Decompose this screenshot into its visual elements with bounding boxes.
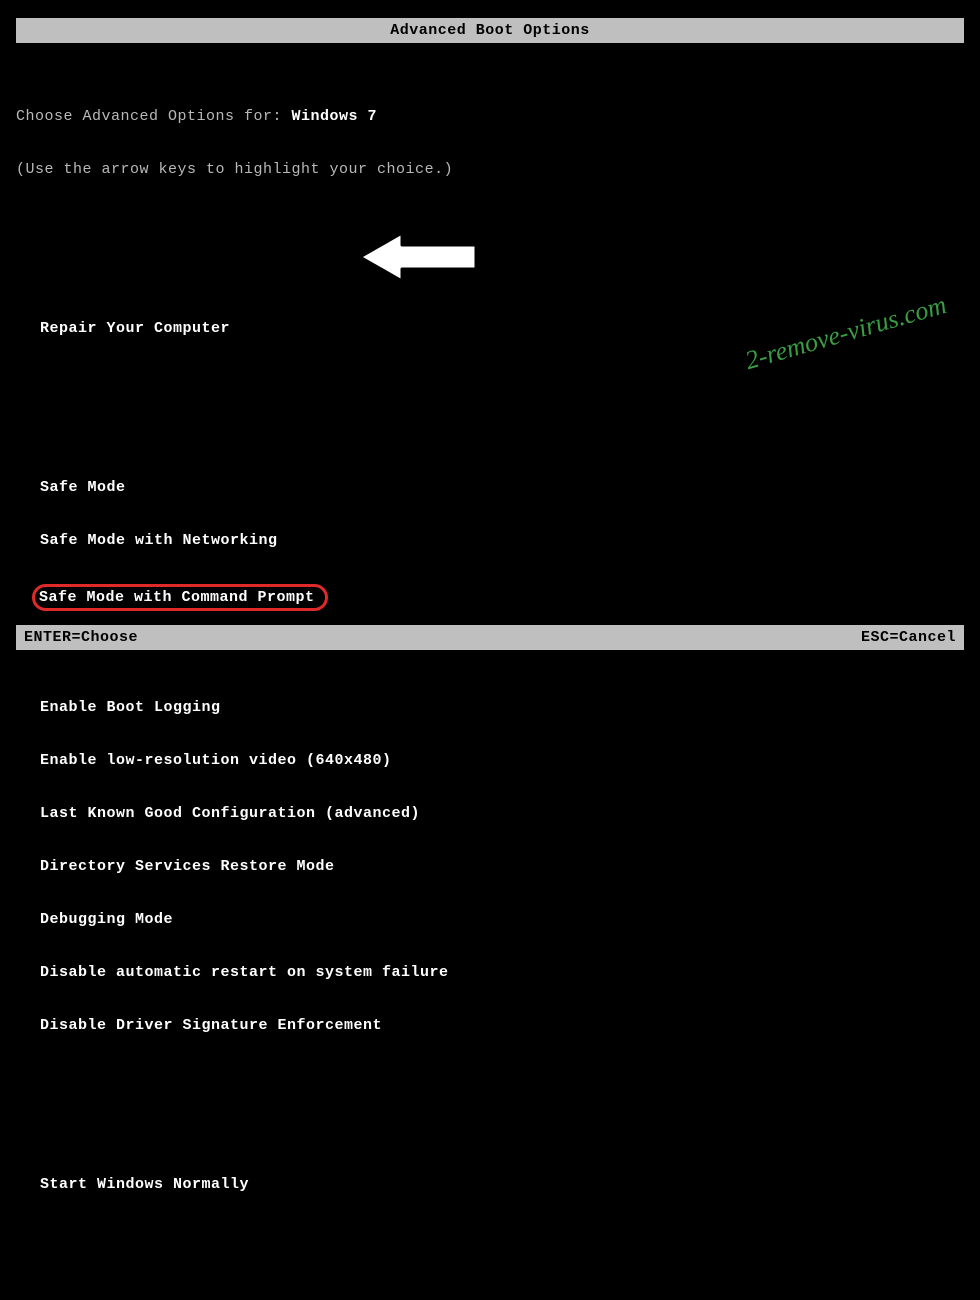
os-name: Windows 7: [292, 108, 378, 125]
hint-line: (Use the arrow keys to highlight your ch…: [16, 160, 964, 179]
option-disable-driver-sig[interactable]: Disable Driver Signature Enforcement: [16, 1016, 964, 1035]
option-safe-mode-command-prompt[interactable]: Safe Mode with Command Prompt: [32, 584, 328, 611]
annotation-arrow-icon: [358, 229, 478, 285]
intro-label: Choose Advanced Options for:: [16, 108, 292, 125]
option-last-known-good[interactable]: Last Known Good Configuration (advanced): [16, 804, 964, 823]
option-safe-mode-command-prompt-row[interactable]: Safe Mode with Command Prompt: [16, 584, 964, 611]
option-safe-mode-networking[interactable]: Safe Mode with Networking: [16, 531, 964, 550]
option-safe-mode[interactable]: Safe Mode: [16, 478, 964, 497]
option-low-res-video[interactable]: Enable low-resolution video (640x480): [16, 751, 964, 770]
intro-line: Choose Advanced Options for: Windows 7: [16, 107, 964, 126]
option-start-windows-normally[interactable]: Start Windows Normally: [16, 1175, 964, 1194]
option-directory-services-restore[interactable]: Directory Services Restore Mode: [16, 857, 964, 876]
option-enable-boot-logging[interactable]: Enable Boot Logging: [16, 698, 964, 717]
boot-menu-content: Choose Advanced Options for: Windows 7 (…: [0, 43, 980, 1300]
option-debugging-mode[interactable]: Debugging Mode: [16, 910, 964, 929]
footer-enter: ENTER=Choose: [24, 629, 138, 646]
page-title: Advanced Boot Options: [390, 22, 590, 39]
footer-bar: ENTER=Choose ESC=Cancel: [16, 625, 964, 650]
footer-esc: ESC=Cancel: [861, 629, 956, 646]
option-disable-auto-restart[interactable]: Disable automatic restart on system fail…: [16, 963, 964, 982]
title-bar: Advanced Boot Options: [16, 18, 964, 43]
